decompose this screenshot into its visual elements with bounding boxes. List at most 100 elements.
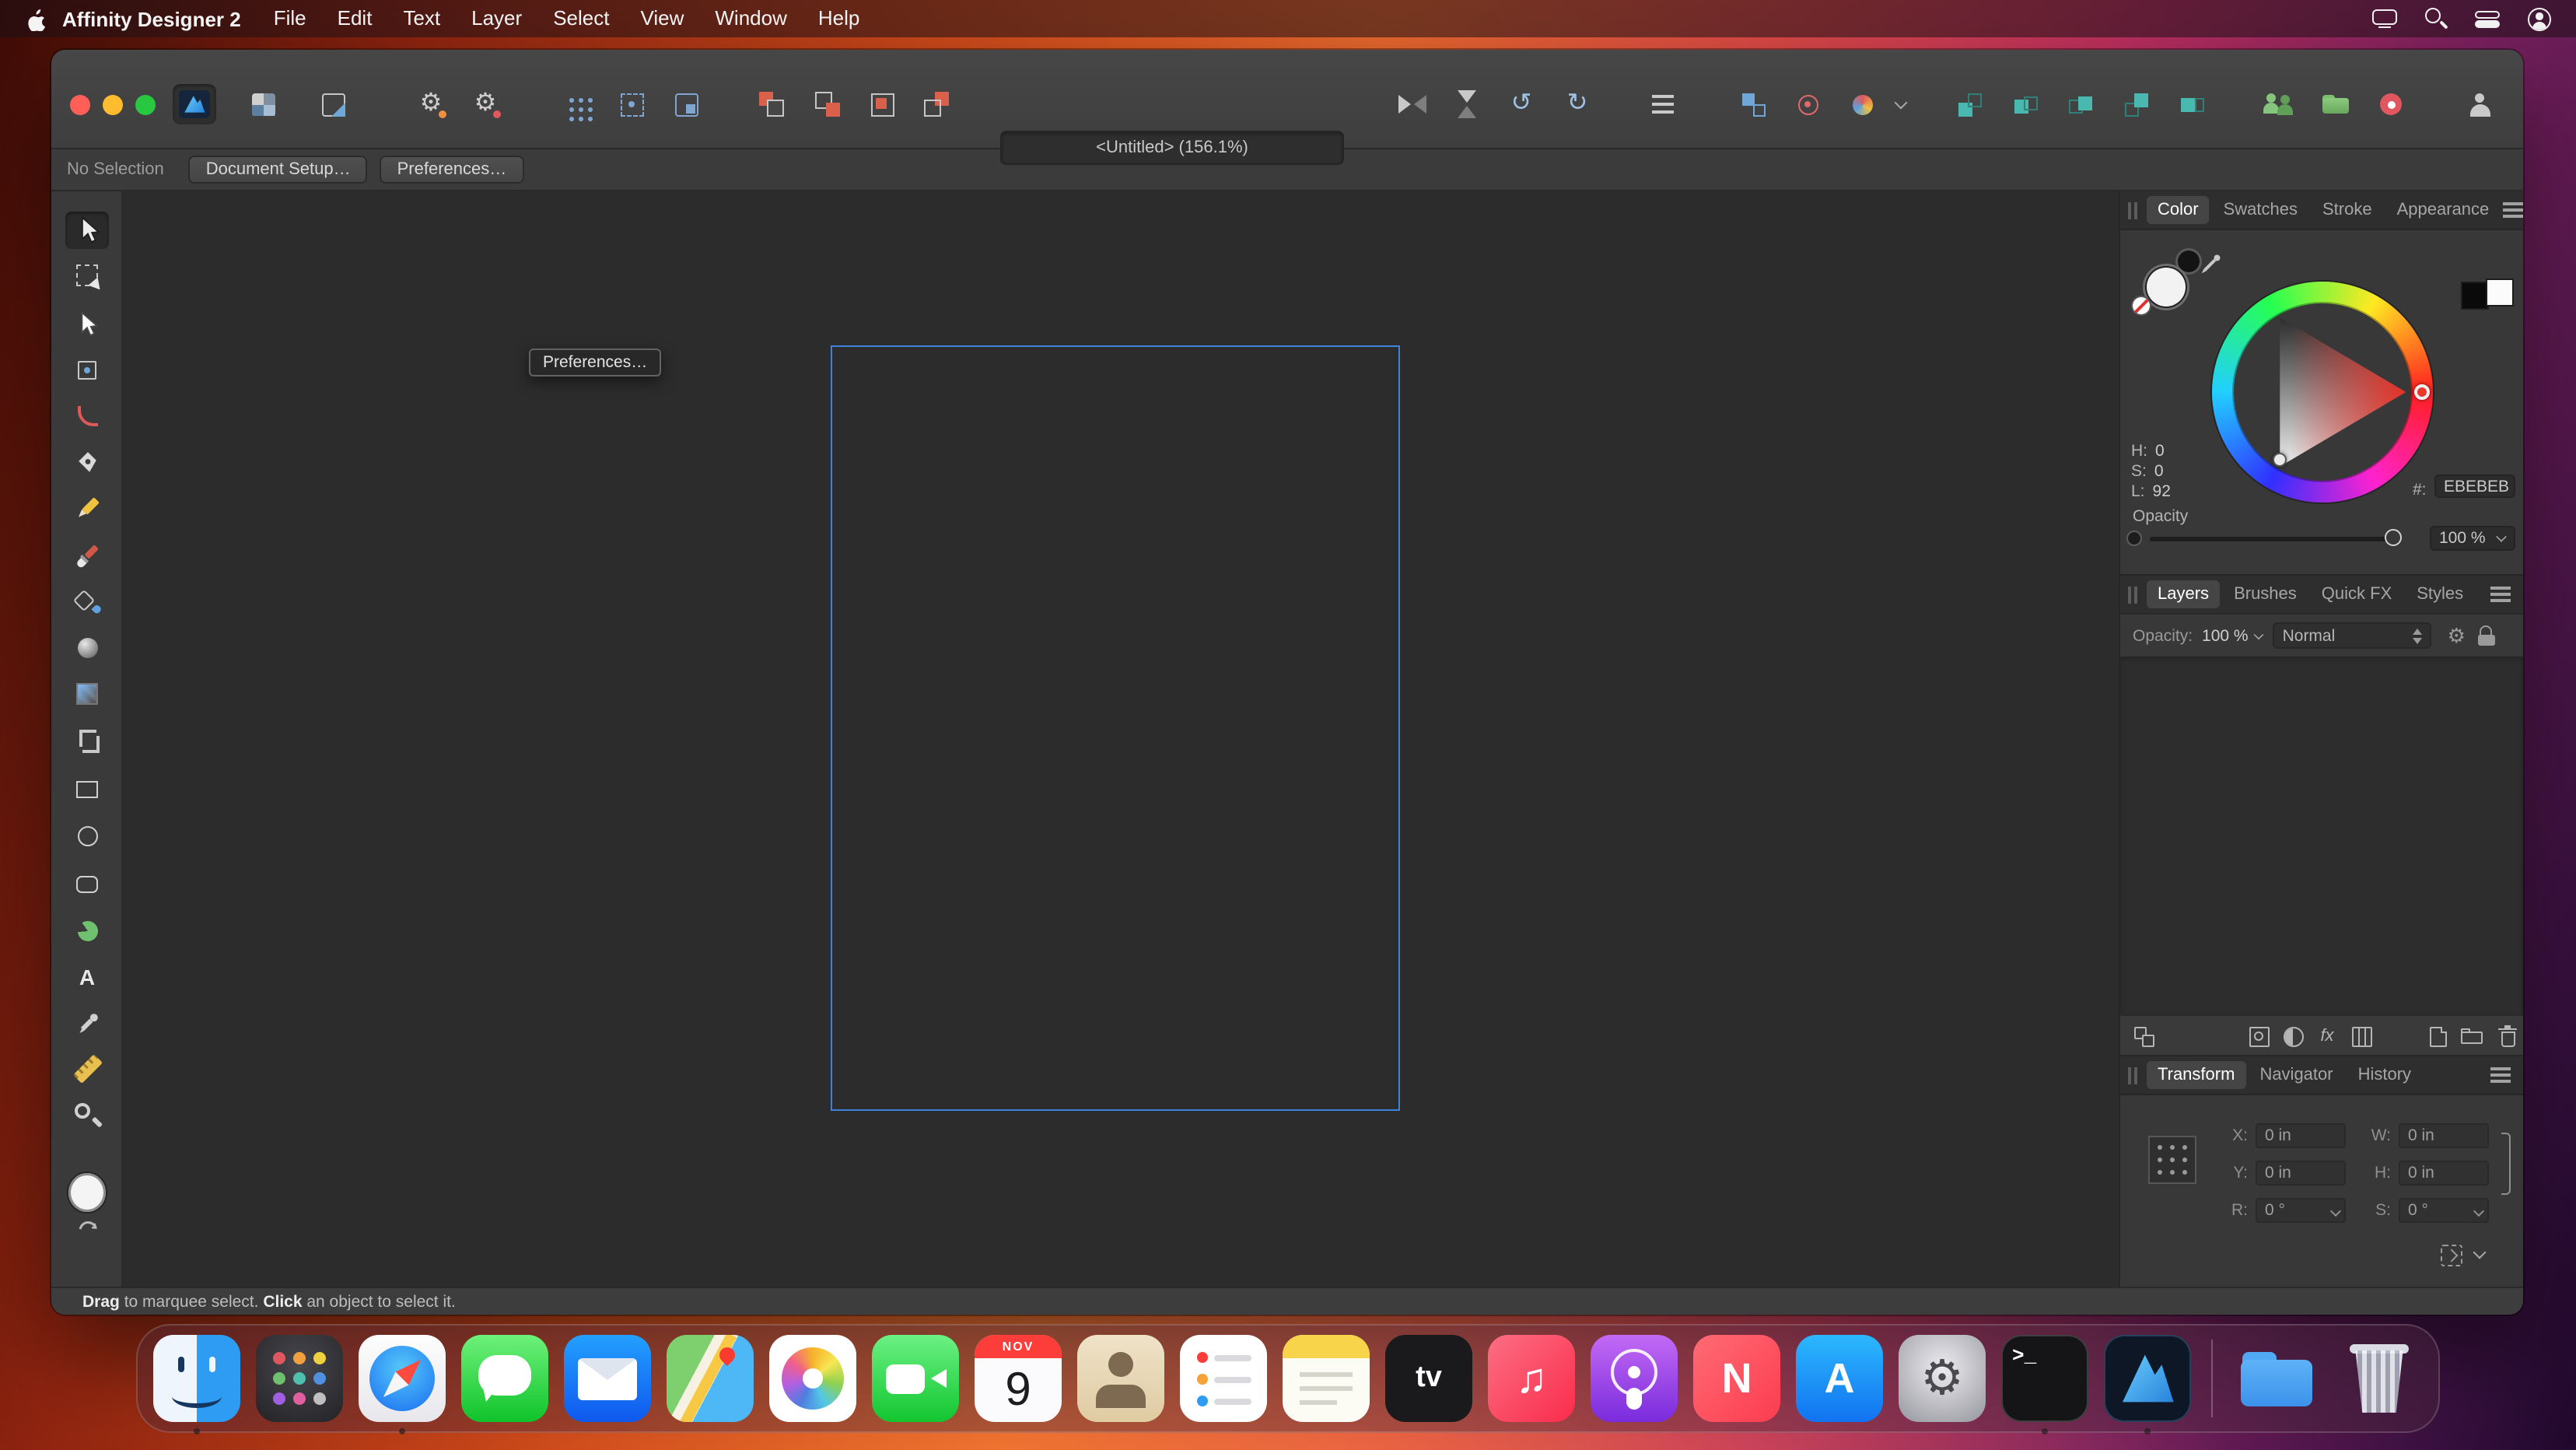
dock-app-store-icon[interactable]: A xyxy=(1796,1335,1883,1422)
point-transform-tool[interactable] xyxy=(68,352,106,389)
panel-tab[interactable]: Appearance xyxy=(2386,196,2501,224)
fill-color-swatch[interactable] xyxy=(2147,268,2186,306)
opacity-slider-track[interactable] xyxy=(2150,537,2394,541)
opacity-noise-toggle[interactable] xyxy=(2126,531,2142,546)
panel-menu-icon[interactable] xyxy=(2490,587,2511,602)
insert-behind-icon[interactable] xyxy=(750,84,793,124)
panel-tab[interactable]: Swatches xyxy=(2213,196,2308,224)
transform-field-input[interactable]: 0 in xyxy=(2399,1161,2489,1186)
snapping-grid-icon[interactable] xyxy=(554,84,597,124)
user-account-icon[interactable] xyxy=(2528,7,2551,30)
transform-field-input[interactable]: 0 ° xyxy=(2399,1198,2489,1223)
menu-item[interactable]: Select xyxy=(537,0,625,37)
display-menu-extra-icon[interactable] xyxy=(2372,9,2397,28)
panel-tab[interactable]: Styles xyxy=(2406,580,2474,608)
dock-photos-icon[interactable] xyxy=(769,1335,856,1422)
pencil-tool[interactable] xyxy=(68,490,106,527)
saturation-lightness-triangle[interactable] xyxy=(2234,303,2411,481)
dock-tv-icon[interactable]: tv xyxy=(1385,1335,1472,1422)
measure-tool[interactable] xyxy=(68,1050,106,1088)
panel-drag-handle[interactable] xyxy=(2128,201,2137,219)
apple-menu-icon[interactable] xyxy=(25,7,45,30)
lock-layer-icon[interactable] xyxy=(2478,625,2495,646)
menu-item[interactable]: Help xyxy=(803,0,876,37)
canvas[interactable]: Preferences… xyxy=(123,191,2119,1287)
transform-options-chevron-icon[interactable] xyxy=(2473,1246,2487,1259)
dock-mail-icon[interactable] xyxy=(564,1335,651,1422)
notification-badge-icon[interactable] xyxy=(2369,84,2413,124)
delete-layer-icon[interactable] xyxy=(2494,1024,2522,1049)
gradient-tool[interactable] xyxy=(68,629,106,666)
close-window-button[interactable] xyxy=(70,95,90,115)
edit-all-layers-icon[interactable] xyxy=(2130,1024,2158,1049)
document-setup-icon[interactable]: ⚙ xyxy=(409,84,453,124)
flip-horizontal-icon[interactable] xyxy=(1391,84,1434,124)
quick-grab-icon[interactable] xyxy=(1840,84,1884,124)
dock-messages-icon[interactable] xyxy=(461,1335,548,1422)
dock-affinity-designer-icon[interactable] xyxy=(2104,1335,2191,1422)
layer-effects-fx-icon[interactable]: fx xyxy=(2313,1024,2341,1049)
back-one-icon[interactable] xyxy=(2004,84,2047,124)
document-setup-button[interactable]: Document Setup… xyxy=(189,156,368,184)
live-filter-icon[interactable] xyxy=(2347,1024,2375,1049)
menu-item[interactable]: Layer xyxy=(456,0,537,37)
dock-maps-icon[interactable] xyxy=(667,1335,754,1422)
artboard-tool[interactable] xyxy=(68,257,106,294)
insert-inside-icon[interactable] xyxy=(860,84,904,124)
transform-objects-separately-icon[interactable] xyxy=(1731,84,1775,124)
preferences-button[interactable]: Preferences… xyxy=(380,156,524,184)
panel-tab[interactable]: History xyxy=(2347,1061,2422,1089)
transform-field-input[interactable]: 0 ° xyxy=(2256,1198,2346,1223)
menu-item[interactable]: Text xyxy=(387,0,456,37)
color-picker-tool[interactable] xyxy=(68,1005,106,1042)
panel-menu-icon[interactable] xyxy=(2490,1068,2511,1083)
rounded-rectangle-tool[interactable] xyxy=(68,865,106,902)
no-fill-swatch[interactable] xyxy=(2133,297,2150,314)
fill-stroke-color-well[interactable] xyxy=(68,1173,106,1210)
node-tool[interactable] xyxy=(68,305,106,342)
panel-tab[interactable]: Layers xyxy=(2147,580,2220,608)
dock-finder-icon[interactable] xyxy=(153,1335,240,1422)
black-swatch[interactable] xyxy=(2462,283,2487,308)
snapping-candidates-icon[interactable] xyxy=(610,84,653,124)
account-icon[interactable] xyxy=(2458,84,2501,124)
dock-music-icon[interactable]: ♫ xyxy=(1488,1335,1575,1422)
anchor-point-selector[interactable] xyxy=(2148,1136,2196,1184)
panel-tab[interactable]: Transform xyxy=(2147,1061,2245,1089)
menu-item[interactable]: Window xyxy=(699,0,803,37)
fill-tool[interactable] xyxy=(68,582,106,619)
flip-vertical-icon[interactable] xyxy=(1447,82,1487,126)
mask-layer-icon[interactable] xyxy=(2245,1024,2273,1049)
dock-trash-icon[interactable] xyxy=(2336,1335,2423,1422)
dock-safari-icon[interactable] xyxy=(359,1335,446,1422)
add-group-icon[interactable] xyxy=(2458,1024,2486,1049)
dock-notes-icon[interactable] xyxy=(1283,1335,1370,1422)
panel-drag-handle[interactable] xyxy=(2128,1066,2137,1084)
transform-field-input[interactable]: 0 in xyxy=(2256,1161,2346,1186)
transparency-tool[interactable] xyxy=(68,675,106,713)
add-layer-icon[interactable] xyxy=(2424,1024,2452,1049)
hue-marker[interactable] xyxy=(2414,384,2430,400)
dock-reminders-icon[interactable] xyxy=(1180,1335,1267,1422)
stroke-color-swatch[interactable] xyxy=(2178,250,2200,272)
pen-tool[interactable] xyxy=(68,443,106,481)
menu-item[interactable]: File xyxy=(258,0,322,37)
white-swatch[interactable] xyxy=(2487,280,2512,305)
color-eyedropper-icon[interactable] xyxy=(2200,254,2221,275)
rectangle-tool[interactable] xyxy=(68,770,106,807)
preferences-icon[interactable]: ⚙ xyxy=(464,84,507,124)
move-tool[interactable] xyxy=(65,212,109,249)
persona-pixel-icon[interactable] xyxy=(241,84,285,124)
move-to-front-icon[interactable] xyxy=(2114,84,2158,124)
document-page[interactable] xyxy=(831,345,1400,1111)
panel-tab[interactable]: Navigator xyxy=(2249,1061,2343,1089)
zoom-window-button[interactable] xyxy=(135,95,156,115)
persona-export-icon[interactable] xyxy=(311,84,355,124)
dock-news-icon[interactable]: N xyxy=(1693,1335,1780,1422)
transform-field-input[interactable]: 0 in xyxy=(2256,1123,2346,1148)
dock-calendar-icon[interactable]: NOV 9 xyxy=(975,1335,1062,1422)
ellipse-tool[interactable] xyxy=(68,817,106,854)
transform-origin-icon[interactable] xyxy=(1786,84,1829,124)
rotate-counterclockwise-icon[interactable]: ↺ xyxy=(1500,84,1543,124)
menubar-app-name[interactable]: Affinity Designer 2 xyxy=(45,7,258,30)
